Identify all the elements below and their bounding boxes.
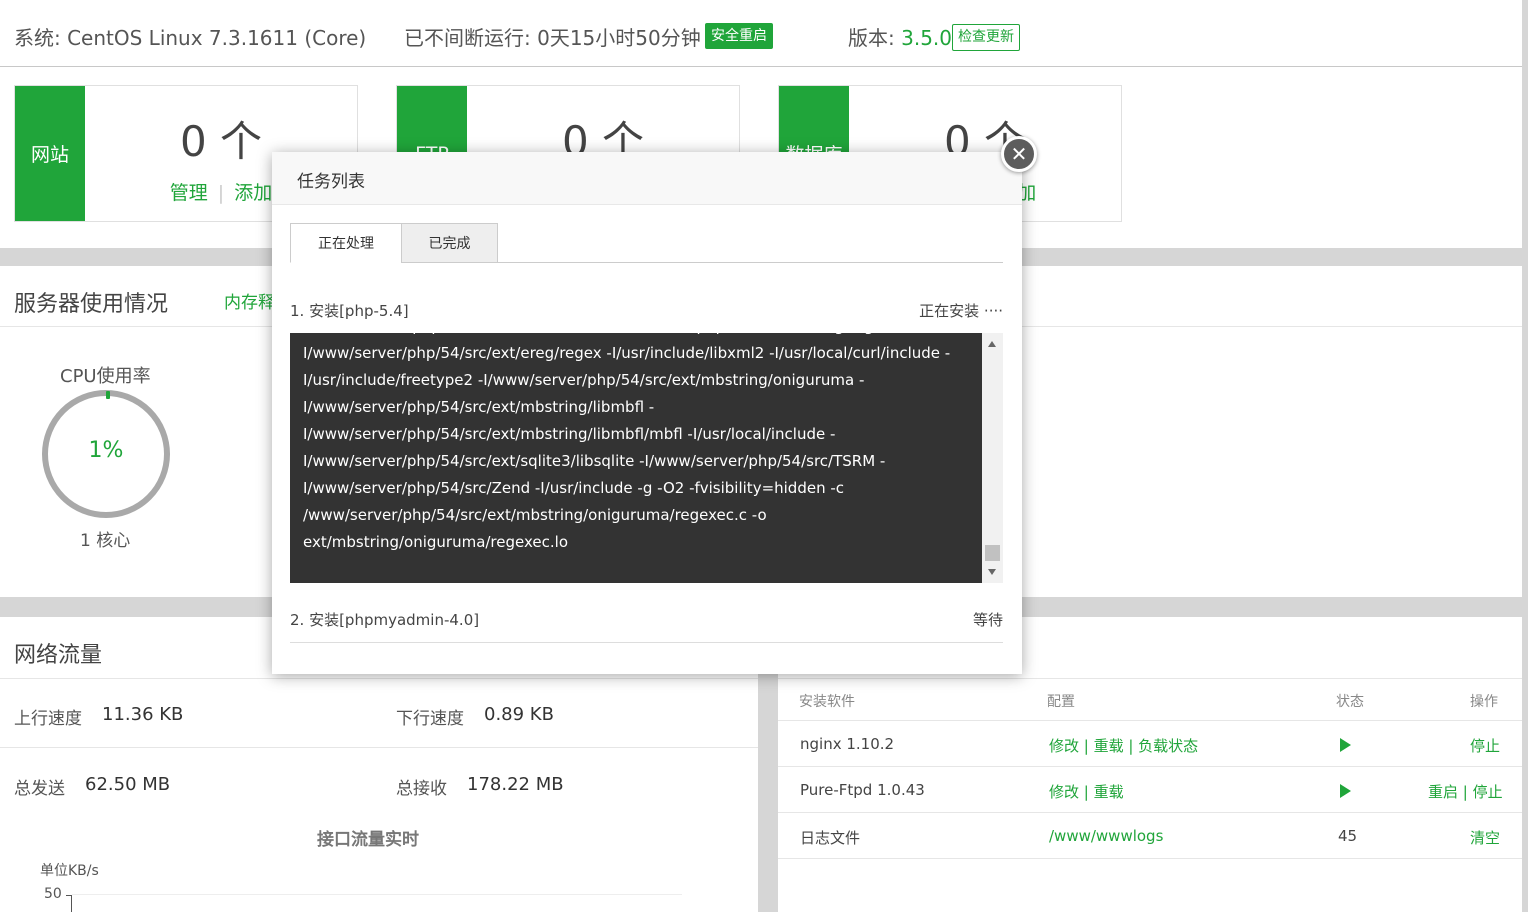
scrollbar-thumb[interactable] bbox=[985, 545, 1000, 561]
cpu-cores-label: 1 核心 bbox=[80, 531, 131, 551]
download-speed-label: 下行速度 bbox=[396, 709, 464, 729]
software-row-config-links[interactable]: 修改 | 重载 | 负载状态 bbox=[1049, 735, 1198, 756]
task-state: 等待 bbox=[972, 611, 1003, 629]
software-col-name: 安装软件 bbox=[799, 694, 855, 710]
log-line: I/www/server/php/54/src/ext/sqlite3/libs… bbox=[303, 452, 886, 470]
scroll-down-arrow-icon[interactable] bbox=[988, 569, 996, 575]
log-line: I/www/server/php/54/src/Zend -I/usr/incl… bbox=[303, 479, 845, 497]
traffic-chart-unit: 单位KB/s bbox=[40, 863, 99, 879]
uptime-label: 已不间断运行: 0天15小时50分钟 bbox=[404, 26, 701, 50]
log-line: I/www/server/php/54/src/ext/mbstring/lib… bbox=[303, 425, 836, 443]
network-title: 网络流量 bbox=[14, 643, 103, 668]
task-name: 1. 安装[php-5.4] bbox=[290, 302, 409, 320]
cpu-usage-label: CPU使用率 bbox=[60, 366, 151, 387]
modal-header: 任务列表 bbox=[272, 152, 1022, 205]
total-sent-label: 总发送 bbox=[14, 779, 65, 799]
software-row-name: nginx 1.10.2 bbox=[800, 735, 895, 753]
software-row-name: Pure-Ftpd 1.0.43 bbox=[800, 781, 925, 799]
system-label: 系统: CentOS Linux 7.3.1611 (Core) bbox=[14, 26, 367, 50]
log-count: 45 bbox=[1338, 827, 1358, 845]
total-received-value: 178.22 MB bbox=[467, 774, 564, 795]
cpu-usage-value: 1% bbox=[88, 438, 124, 463]
tab-completed[interactable]: 已完成 bbox=[401, 223, 498, 263]
running-status-icon bbox=[1340, 784, 1351, 798]
clear-logs-link[interactable]: 清空 bbox=[1470, 827, 1500, 848]
check-update-button[interactable]: 检查更新 bbox=[952, 24, 1020, 51]
log-line: ext/mbstring/oniguruma/regexec.lo bbox=[303, 533, 568, 551]
safe-restart-button[interactable]: 安全重启 bbox=[705, 23, 773, 49]
log-line: -I/www/server/php/54/src/ext/date/lib -I… bbox=[303, 333, 973, 340]
card-sites-add-link[interactable]: 添加 bbox=[234, 182, 272, 204]
log-line: I/www/server/php/54/src/ext/mbstring/lib… bbox=[303, 398, 655, 416]
card-sites-label: 网站 bbox=[15, 86, 85, 221]
console-scrollbar[interactable] bbox=[982, 333, 1003, 583]
software-col-status: 状态 bbox=[1336, 694, 1364, 710]
upload-speed-value: 11.36 KB bbox=[102, 704, 184, 725]
close-modal-button[interactable]: ✕ bbox=[1001, 136, 1037, 172]
software-col-ops: 操作 bbox=[1470, 694, 1498, 710]
upload-speed-label: 上行速度 bbox=[14, 709, 82, 729]
traffic-chart-title: 接口流量实时 bbox=[317, 830, 419, 850]
cpu-gauge-fill bbox=[106, 391, 110, 399]
scroll-up-arrow-icon[interactable] bbox=[988, 341, 996, 347]
log-line: I/usr/include/freetype2 -I/www/server/ph… bbox=[303, 371, 865, 389]
task-state: 正在安装 ···· bbox=[919, 302, 1003, 320]
log-line: I/www/server/php/54/src/ext/ereg/regex -… bbox=[303, 344, 951, 362]
log-path-link[interactable]: /www/wwwlogs bbox=[1049, 827, 1163, 845]
running-status-icon bbox=[1340, 738, 1351, 752]
install-log-console[interactable]: -I/www/server/php/54/src/ext/date/lib -I… bbox=[290, 333, 1003, 583]
task-list-modal: 任务列表 正在处理 已完成 1. 安装[php-5.4] 正在安装 ···· -… bbox=[272, 152, 1022, 674]
traffic-chart-y-axis bbox=[71, 895, 72, 912]
install-log-text: -I/www/server/php/54/src/ext/date/lib -I… bbox=[303, 333, 973, 556]
software-row-stop-link[interactable]: 停止 bbox=[1470, 735, 1500, 756]
card-sites-manage-link[interactable]: 管理 bbox=[170, 182, 208, 204]
software-row-name: 日志文件 bbox=[800, 829, 861, 847]
log-line: /www/server/php/54/src/ext/mbstring/onig… bbox=[303, 506, 767, 524]
version-label: 版本: 3.5.0 bbox=[848, 26, 952, 50]
system-info-bar: 系统: CentOS Linux 7.3.1611 (Core) 已不间断运行:… bbox=[0, 0, 1522, 67]
download-speed-value: 0.89 KB bbox=[484, 704, 554, 725]
software-row-ops-links[interactable]: 重启 | 停止 bbox=[1428, 781, 1503, 802]
software-row-config-links[interactable]: 修改 | 重载 bbox=[1049, 781, 1124, 802]
task-name: 2. 安装[phpmyadmin-4.0] bbox=[290, 611, 480, 629]
close-icon: ✕ bbox=[1010, 142, 1028, 166]
server-usage-title: 服务器使用情况 bbox=[14, 292, 169, 317]
traffic-chart-tick-50: 50 bbox=[44, 886, 62, 902]
tab-processing[interactable]: 正在处理 bbox=[290, 223, 402, 263]
total-sent-value: 62.50 MB bbox=[85, 774, 171, 795]
total-received-label: 总接收 bbox=[396, 779, 447, 799]
modal-title: 任务列表 bbox=[297, 172, 365, 192]
software-col-config: 配置 bbox=[1047, 694, 1075, 710]
version-value: 3.5.0 bbox=[901, 26, 952, 50]
